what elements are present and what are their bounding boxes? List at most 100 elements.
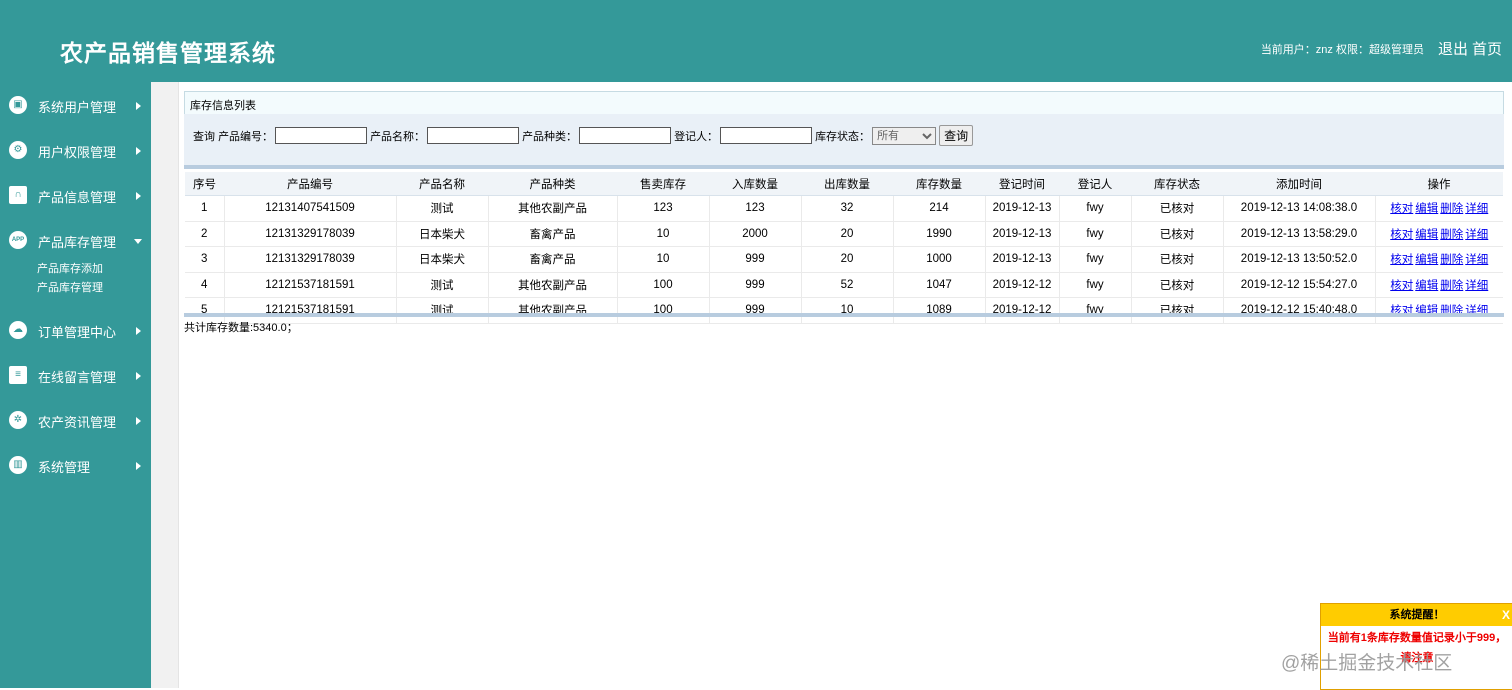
column-header: 产品编号 bbox=[224, 172, 396, 196]
inventory-submenu: 产品库存添加 产品库存管理 bbox=[0, 260, 151, 307]
sidebar-item-label: 产品信息管理 bbox=[38, 190, 117, 205]
product-type-label: 产品种类： bbox=[522, 130, 578, 143]
sidebar-item-inventory[interactable]: APP 产品库存管理 bbox=[0, 217, 151, 262]
table-row: 1 12131407541509 测试 其他农副产品 123 123 32 214 2019-1… bbox=[185, 195, 1503, 222]
table-cell: 2019-12-13 bbox=[985, 246, 1060, 273]
table-cell: 4 bbox=[185, 272, 225, 298]
edit-link[interactable]: 编辑 bbox=[1415, 229, 1438, 241]
status-select[interactable]: 所有 bbox=[872, 126, 937, 145]
chevron-down-icon bbox=[134, 239, 142, 244]
table-cell: 1089 bbox=[893, 297, 986, 324]
chevron-right-icon bbox=[136, 102, 141, 110]
watermark: @稀土掘金技术社区 bbox=[1281, 653, 1453, 674]
table-cell: 12131329178039 bbox=[224, 221, 397, 247]
search-button[interactable]: 查询 bbox=[939, 125, 974, 146]
sidebar-item-system-users[interactable]: ▣ 系统用户管理 bbox=[0, 82, 151, 127]
app-title: 农产品销售管理系统 bbox=[60, 40, 276, 67]
submenu-item-inventory-add[interactable]: 产品库存添加 bbox=[0, 260, 151, 279]
delete-link[interactable]: 删除 bbox=[1440, 203, 1463, 215]
sidebar-item-orders[interactable]: ☁ 订单管理中心 bbox=[0, 307, 151, 352]
detail-link[interactable]: 详细 bbox=[1465, 280, 1488, 292]
registrant-input[interactable] bbox=[720, 127, 813, 144]
product-type-input[interactable] bbox=[579, 127, 672, 144]
table-cell: 日本柴犬 bbox=[396, 221, 489, 247]
table-cell: 2019-12-13 bbox=[985, 195, 1060, 222]
product-code-input[interactable] bbox=[275, 127, 368, 144]
column-header: 添加时间 bbox=[1223, 172, 1375, 196]
sidebar-item-system[interactable]: ▥ 系统管理 bbox=[0, 442, 151, 487]
table-cell: 123 bbox=[617, 195, 710, 222]
table-cell: 10 bbox=[801, 297, 894, 324]
search-bar: 查询 产品编号： 产品名称： 产品种类： 登记人： 库存状态： 所有 查询 bbox=[184, 114, 1504, 165]
table-cell: 2000 bbox=[709, 221, 802, 247]
table-cell: 2019-12-13 bbox=[985, 221, 1060, 247]
table-cell: 其他农副产品 bbox=[488, 195, 618, 222]
table-row: 2 12131329178039 日本柴犬 畜禽产品 10 2000 20 1990 2019-… bbox=[185, 221, 1503, 247]
edit-link[interactable]: 编辑 bbox=[1415, 254, 1438, 266]
table-cell: 日本柴犬 bbox=[396, 246, 489, 273]
chevron-right-icon bbox=[136, 327, 141, 335]
table-cell: fwy bbox=[1059, 246, 1132, 273]
table-cell: fwy bbox=[1059, 272, 1132, 298]
row-actions: 核对 编辑 删除 详细 bbox=[1375, 272, 1503, 298]
detail-link[interactable]: 详细 bbox=[1465, 254, 1488, 266]
chevron-right-icon bbox=[136, 417, 141, 425]
app-icon: APP bbox=[9, 231, 27, 249]
sidebar-item-label: 系统用户管理 bbox=[38, 100, 117, 115]
table-cell: 999 bbox=[709, 297, 802, 324]
table-cell: 100 bbox=[617, 272, 710, 298]
submenu-item-inventory-manage[interactable]: 产品库存管理 bbox=[0, 279, 151, 298]
table-cell: 2019-12-12 bbox=[985, 272, 1060, 298]
product-name-input[interactable] bbox=[427, 127, 520, 144]
table-cell: fwy bbox=[1059, 297, 1132, 324]
row-actions: 核对 编辑 删除 详细 bbox=[1375, 246, 1503, 273]
edit-link[interactable]: 编辑 bbox=[1415, 280, 1438, 292]
delete-link[interactable]: 删除 bbox=[1440, 254, 1463, 266]
detail-link[interactable]: 详细 bbox=[1465, 203, 1488, 215]
sidebar-item-news[interactable]: ✲ 农产资讯管理 bbox=[0, 397, 151, 442]
sidebar: ▣ 系统用户管理 ⚙ 用户权限管理 ∩ 产品信息管理 APP 产品库存管理 产品… bbox=[0, 82, 151, 688]
detail-link[interactable]: 详细 bbox=[1465, 229, 1488, 241]
message-icon: ≡ bbox=[9, 366, 27, 384]
chevron-right-icon bbox=[136, 462, 141, 470]
table-cell: 已核对 bbox=[1131, 246, 1224, 273]
table-header-row: 序号 产品编号 产品名称 产品种类 售卖库存 入库数量 出库数量 库存数量 登记… bbox=[185, 172, 1503, 196]
table-bottom-divider bbox=[184, 313, 1504, 317]
table-cell: 3 bbox=[185, 246, 225, 273]
product-icon: ∩ bbox=[9, 186, 27, 204]
table-cell: 12121537181591 bbox=[224, 272, 397, 298]
user-monitor-icon: ▣ bbox=[9, 96, 27, 114]
popup-header: 系统提醒！ X bbox=[1321, 604, 1512, 626]
sidebar-item-product-info[interactable]: ∩ 产品信息管理 bbox=[0, 172, 151, 217]
current-user-info: 当前用户：znz 权限：超级管理员 bbox=[1260, 44, 1424, 56]
verify-link[interactable]: 核对 bbox=[1390, 203, 1413, 215]
table-cell: 2019-12-12 15:54:27.0 bbox=[1223, 272, 1376, 298]
column-header: 出库数量 bbox=[801, 172, 893, 196]
table-cell: 2019-12-12 15:40:48.0 bbox=[1223, 297, 1376, 324]
delete-link[interactable]: 删除 bbox=[1440, 280, 1463, 292]
top-header: 农产品销售管理系统 当前用户：znz 权限：超级管理员 退出 首页 bbox=[0, 0, 1512, 82]
edit-link[interactable]: 编辑 bbox=[1415, 203, 1438, 215]
verify-link[interactable]: 核对 bbox=[1390, 229, 1413, 241]
table-cell: 32 bbox=[801, 195, 894, 222]
column-header: 售卖库存 bbox=[617, 172, 709, 196]
delete-link[interactable]: 删除 bbox=[1440, 229, 1463, 241]
logout-link[interactable]: 退出 bbox=[1438, 38, 1468, 59]
table-cell: 畜禽产品 bbox=[488, 221, 618, 247]
home-link[interactable]: 首页 bbox=[1472, 38, 1502, 59]
verify-link[interactable]: 核对 bbox=[1390, 254, 1413, 266]
sidebar-item-messages[interactable]: ≡ 在线留言管理 bbox=[0, 352, 151, 397]
sidebar-item-label: 订单管理中心 bbox=[38, 325, 117, 340]
registrant-label: 登记人： bbox=[674, 130, 719, 143]
table-cell: 20 bbox=[801, 246, 894, 273]
table-cell: 52 bbox=[801, 272, 894, 298]
column-header: 登记时间 bbox=[985, 172, 1059, 196]
table-row: 5 12121537181591 测试 其他农副产品 100 999 10 1089 2019-… bbox=[185, 297, 1503, 324]
sidebar-gutter bbox=[151, 82, 179, 688]
sidebar-item-user-permissions[interactable]: ⚙ 用户权限管理 bbox=[0, 127, 151, 172]
verify-link[interactable]: 核对 bbox=[1390, 280, 1413, 292]
table-cell: 2019-12-13 13:50:52.0 bbox=[1223, 246, 1376, 273]
close-icon[interactable]: X bbox=[1502, 604, 1510, 626]
column-header: 入库数量 bbox=[709, 172, 801, 196]
column-header: 产品种类 bbox=[488, 172, 617, 196]
